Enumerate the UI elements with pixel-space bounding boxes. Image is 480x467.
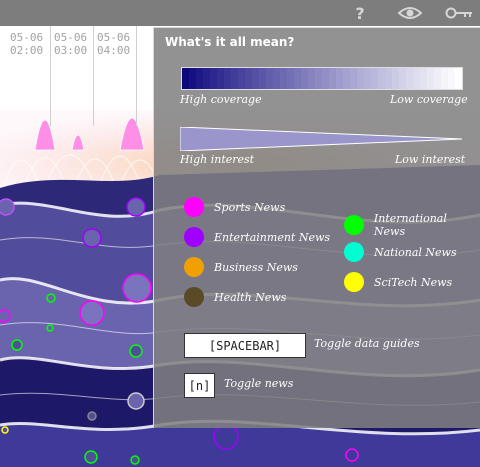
legend-business: Business News [184, 257, 298, 277]
low-coverage-label: Low coverage [390, 93, 468, 106]
coverage-swatch [343, 68, 350, 89]
legend-label: Health News [214, 290, 287, 304]
coverage-swatch [273, 68, 280, 89]
legend-entertainment: Entertainment News [184, 227, 330, 247]
coverage-swatch [182, 68, 189, 89]
coverage-swatch [189, 68, 196, 89]
scitech-color-dot [344, 272, 364, 292]
tick-time: 04:00 [97, 44, 131, 57]
coverage-swatch [364, 68, 371, 89]
coverage-swatch [301, 68, 308, 89]
spacebar-key[interactable]: [SPACEBAR] [184, 333, 306, 358]
legend-label: National News [374, 245, 457, 259]
tick-date: 05-06 [54, 31, 88, 44]
coverage-swatch [266, 68, 273, 89]
legend-label: Business News [214, 260, 298, 274]
tick-date: 05-06 [97, 31, 131, 44]
low-interest-label: Low interest [395, 153, 466, 166]
legend-international: International News [344, 212, 480, 238]
tick-line [50, 26, 51, 126]
timeline-tick: 05-06 03:00 [54, 31, 87, 57]
international-color-dot [344, 215, 364, 235]
timeline-tick: 05-06 04:00 [97, 31, 130, 57]
legend-sports: Sports News [184, 197, 285, 217]
timeline-tick: 05-06 02:00 [10, 31, 43, 57]
health-color-dot [184, 287, 204, 307]
coverage-swatch [371, 68, 378, 89]
national-color-dot [344, 242, 364, 262]
coverage-gradient [181, 67, 463, 90]
coverage-swatch [350, 68, 357, 89]
coverage-swatch [210, 68, 217, 89]
coverage-swatch [238, 68, 245, 89]
business-color-dot [184, 257, 204, 277]
coverage-swatch [378, 68, 385, 89]
coverage-swatch [427, 68, 434, 89]
coverage-swatch [413, 68, 420, 89]
coverage-swatch [280, 68, 287, 89]
coverage-swatch [252, 68, 259, 89]
coverage-swatch [308, 68, 315, 89]
help-icon[interactable]: ? [350, 3, 370, 23]
coverage-swatch [217, 68, 224, 89]
eye-icon[interactable] [397, 3, 423, 23]
legend-label: Entertainment News [214, 230, 331, 244]
high-coverage-label: High coverage [180, 93, 262, 106]
coverage-swatch [455, 68, 462, 89]
entertainment-color-dot [184, 227, 204, 247]
tick-time: 03:00 [54, 44, 88, 57]
legend-panel: What's it all mean? High coverage Low co… [153, 27, 480, 428]
tick-line [136, 26, 137, 126]
coverage-swatch [231, 68, 238, 89]
coverage-swatch [294, 68, 301, 89]
timeline-axis: 05-06 02:00 05-06 03:00 05-06 04:00 [0, 26, 155, 126]
coverage-swatch [245, 68, 252, 89]
coverage-swatch [441, 68, 448, 89]
legend-title: What's it all mean? [165, 35, 295, 49]
coverage-swatch [420, 68, 427, 89]
tick-date: 05-06 [10, 31, 44, 44]
legend-label: International News [373, 212, 447, 238]
coverage-swatch [448, 68, 455, 89]
tick-line [93, 26, 94, 126]
tick-time: 02:00 [10, 44, 44, 57]
toggle-data-guides-label: Toggle data guides [314, 337, 420, 350]
coverage-swatch [434, 68, 441, 89]
legend-national: National News [344, 242, 457, 262]
interest-wedge [180, 127, 462, 151]
legend-scitech: SciTech News [344, 272, 452, 292]
coverage-swatch [385, 68, 392, 89]
legend-label: SciTech News [374, 275, 453, 289]
coverage-swatch [203, 68, 210, 89]
sports-color-dot [184, 197, 204, 217]
high-interest-label: High interest [180, 153, 255, 166]
key-icon[interactable] [444, 3, 474, 23]
coverage-swatch [287, 68, 294, 89]
coverage-swatch [336, 68, 343, 89]
n-key[interactable]: [n] [184, 373, 215, 398]
legend-label: Sports News [214, 200, 286, 214]
coverage-swatch [406, 68, 413, 89]
coverage-swatch [224, 68, 231, 89]
legend-health: Health News [184, 287, 286, 307]
coverage-swatch [399, 68, 406, 89]
coverage-swatch [329, 68, 336, 89]
coverage-swatch [196, 68, 203, 89]
coverage-swatch [315, 68, 322, 89]
coverage-swatch [357, 68, 364, 89]
coverage-swatch [259, 68, 266, 89]
coverage-swatch [322, 68, 329, 89]
coverage-swatch [392, 68, 399, 89]
toggle-news-label: Toggle news [224, 377, 294, 390]
